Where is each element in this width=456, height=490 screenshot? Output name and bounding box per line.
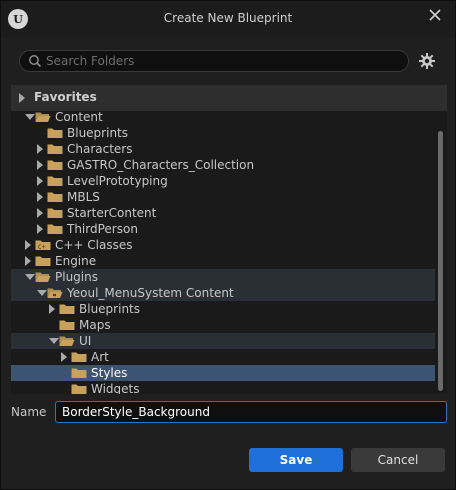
chevron-down-icon[interactable] (25, 114, 35, 120)
tree-item-label: GASTRO_Characters_Collection (67, 158, 255, 172)
tree-item[interactable]: Plugins (11, 269, 435, 285)
folder-icon (71, 384, 87, 394)
tree-item[interactable]: ThirdPerson (11, 221, 435, 237)
name-row: Name (1, 400, 455, 424)
tree-item[interactable]: StarterContent (11, 205, 435, 221)
code-folder-icon: C+ (35, 240, 51, 251)
chevron-right-icon[interactable] (37, 176, 43, 186)
name-input[interactable] (55, 401, 447, 423)
folder-open-icon (35, 112, 51, 122)
chevron-right-icon[interactable] (37, 208, 43, 218)
search-row (1, 43, 455, 79)
tree-item-label: Plugins (55, 270, 98, 284)
tree-item[interactable]: MBLS (11, 189, 435, 205)
folder-icon (71, 368, 87, 378)
tree-item-label: Maps (79, 318, 111, 332)
chevron-right-icon[interactable] (61, 352, 67, 362)
gear-icon[interactable] (418, 52, 436, 70)
tree-item[interactable]: C+ C++ Classes (11, 237, 435, 253)
tree-item[interactable]: Engine (11, 253, 435, 269)
tree-item-label: Widgets (91, 382, 140, 394)
folder-icon (59, 304, 75, 314)
tree-item[interactable]: Maps (11, 317, 435, 333)
folder-icon (47, 128, 63, 138)
tree-item[interactable]: Content (11, 109, 435, 125)
tree-item-label: StarterContent (67, 206, 157, 220)
tree-item-label: C++ Classes (55, 238, 133, 252)
tree-item-label: Characters (67, 142, 133, 156)
folder-icon (47, 176, 63, 186)
folder-icon (59, 320, 75, 330)
search-input[interactable] (46, 52, 396, 70)
favorites-label: Favorites (34, 90, 97, 104)
folder-icon (47, 144, 63, 154)
tree-item-label: Content (55, 110, 103, 124)
tree-item-label: MBLS (67, 190, 100, 204)
chevron-right-icon[interactable] (37, 144, 43, 154)
folder-open-icon (47, 288, 63, 298)
folder-icon (71, 352, 87, 362)
chevron-right-icon[interactable] (37, 160, 43, 170)
chevron-down-icon[interactable] (49, 338, 59, 344)
tree-item-label: Blueprints (67, 126, 129, 140)
close-button[interactable] (427, 7, 443, 23)
tree-item-label: ThirdPerson (67, 222, 138, 236)
search-icon (29, 55, 42, 68)
tree-item-label: Yeoul_MenuSystem Content (67, 286, 234, 300)
tree-item-label: Blueprints (79, 302, 141, 316)
tree-item[interactable]: GASTRO_Characters_Collection (11, 157, 435, 173)
chevron-right-icon[interactable] (25, 240, 31, 250)
tree-item[interactable]: Yeoul_MenuSystem Content (11, 285, 435, 301)
close-icon (429, 9, 441, 21)
folder-tree: Favorites Content Blueprints Characters GAS… (11, 85, 447, 394)
folder-icon (35, 256, 51, 266)
save-button[interactable]: Save (249, 448, 343, 472)
chevron-down-icon[interactable] (25, 274, 35, 280)
folder-icon (47, 160, 63, 170)
folder-icon (47, 224, 63, 234)
chevron-right-icon[interactable] (37, 192, 43, 202)
tree-item-label: Art (91, 350, 109, 364)
tree-item[interactable]: Blueprints (11, 301, 435, 317)
tree-item[interactable]: Blueprints (11, 125, 435, 141)
tree-item[interactable]: Widgets (11, 381, 435, 394)
tree-item-label: Styles (91, 366, 128, 380)
chevron-right-icon[interactable] (49, 304, 55, 314)
cancel-button[interactable]: Cancel (351, 448, 445, 472)
tree-item[interactable]: Art (11, 349, 435, 365)
tree-item[interactable]: Styles (11, 365, 435, 381)
tree-item-label: LevelPrototyping (67, 174, 168, 188)
tree-item[interactable]: Characters (11, 141, 435, 157)
folder-open-icon (35, 272, 51, 282)
chevron-right-icon[interactable] (37, 224, 43, 234)
svg-text:C+: C+ (38, 244, 46, 251)
folder-icon (47, 192, 63, 202)
chevron-down-icon[interactable] (37, 290, 47, 296)
tree-item[interactable]: UI (11, 333, 435, 349)
tree-item-label: UI (79, 334, 92, 348)
tree-item-label: Engine (55, 254, 97, 268)
tree-item[interactable]: LevelPrototyping (11, 173, 435, 189)
favorites-header[interactable]: Favorites (11, 85, 447, 111)
chevron-right-icon[interactable] (25, 256, 31, 266)
folder-icon (47, 208, 63, 218)
dialog-title: Create New Blueprint (163, 11, 293, 25)
chevron-right-icon (19, 93, 25, 103)
tree-scrollbar[interactable] (438, 131, 443, 391)
name-label: Name (11, 405, 47, 419)
search-box[interactable] (19, 50, 409, 72)
title-bar: U Create New Blueprint (1, 1, 455, 37)
folder-open-icon (59, 336, 75, 346)
create-blueprint-dialog: U Create New Blueprint Search Folders Fa… (0, 0, 456, 490)
